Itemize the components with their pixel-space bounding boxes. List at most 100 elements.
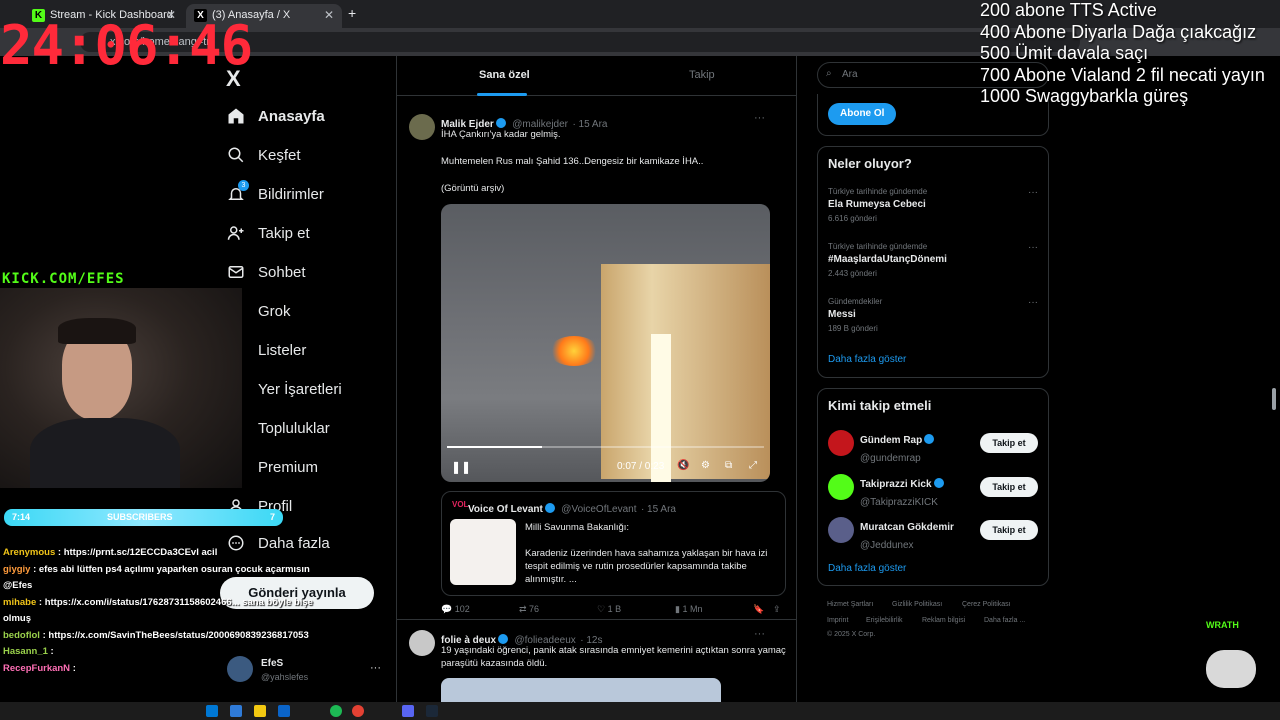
sidebar-item-notifications[interactable]: 3 Bildirimler [226,179,324,209]
fullscreen-icon[interactable]: ⤢ [749,460,757,471]
follow-suggestion[interactable]: Gündem Rap @gundemrap [860,430,936,466]
video-player[interactable]: ❚❚ 0:07 / 0:23 🔇 ⚙ ⧉ ⤢ [441,204,770,482]
webcam-feed [0,288,242,488]
repost-button[interactable]: ⇄ 76 [519,604,539,615]
copyright: © 2025 X Corp. [827,631,876,638]
chat-overlay: Arenymous : https://prnt.sc/12ECCDa3CEvl… [3,545,393,677]
mute-icon[interactable]: 🔇 [677,460,689,471]
more-icon[interactable]: ··· [754,628,765,640]
more-icon[interactable]: ··· [1028,187,1038,198]
steam-icon[interactable] [426,705,438,717]
more-icon[interactable]: ··· [754,112,765,124]
bookmark-icon[interactable]: 🔖 [753,604,764,615]
quote-title: Milli Savunma Bakanlığı: [525,522,630,533]
show-more-link[interactable]: Daha fazla göster [828,354,906,365]
reply-button[interactable]: 💬 102 [441,604,470,615]
avatar[interactable] [828,474,854,500]
building-light [651,334,671,482]
chat-text: : https://x.com/i/status/176287311586024… [3,596,313,625]
sidebar-item-home[interactable]: Anasayfa [226,101,325,131]
follow-button[interactable]: Takip et [980,520,1038,540]
tweet-text: Muhtemelen Rus malı Şahid 136..Dengesiz … [441,156,704,167]
tab-for-you[interactable]: Sana özel [479,69,530,81]
discord-icon[interactable] [402,705,414,717]
tab-following[interactable]: Takip [689,69,715,81]
tweet-media-image[interactable] [441,678,721,702]
more-icon[interactable]: ··· [1028,297,1038,308]
timeline-tabs: Sana özel Takip [397,56,796,96]
quoted-tweet[interactable]: VOL Voice Of Levant @VoiceOfLevant · 15 … [441,491,786,596]
footer-link[interactable]: Hizmet Şartları [827,601,873,608]
suggestion-name: Muratcan Gökdemir [860,522,954,533]
footer-link[interactable]: Reklam bilgisi [922,617,965,624]
view-count: 1 Mn [682,604,703,614]
chat-user: mihabe [3,596,37,608]
folder-icon[interactable] [254,705,266,717]
avatar[interactable] [409,114,435,140]
chat-user: Arenymous [3,547,56,558]
tweet-time[interactable]: · 15 Ara [572,119,607,130]
subscribe-button[interactable]: Abone Ol [828,103,897,125]
show-more-link[interactable]: Daha fazla göster [828,563,906,574]
footer-link[interactable]: Imprint [827,617,848,624]
sub-bar-left: 7:14 [12,512,31,522]
sidebar-item-label: Yer İşaretleri [258,380,342,398]
torso-image [30,418,180,488]
sidebar-item-explore[interactable]: Keşfet [226,140,301,170]
edge-icon[interactable] [230,705,242,717]
windows-taskbar [0,702,1280,720]
views-button[interactable]: ▮ 1 Mn [675,604,702,615]
start-icon[interactable] [206,705,218,717]
subscriber-bar: 7:14 SUBSCRIBERS 7 [4,509,283,526]
scrollbar-thumb[interactable] [1272,388,1276,410]
sidebar-item-label: Sohbet [258,263,306,281]
pip-icon[interactable]: ⧉ [725,460,732,471]
verified-icon [495,118,506,128]
share-icon[interactable]: ⇪ [773,604,781,615]
sub-bar-label: SUBSCRIBERS [107,512,173,522]
trend-name[interactable]: Messi [828,309,856,320]
quote-author-name[interactable]: Voice Of Levant [468,504,543,515]
pause-icon[interactable]: ❚❚ [451,460,471,474]
sidebar-item-messages[interactable]: Sohbet [226,257,306,287]
chat-text: : https://x.com/SavinTheBees/status/2000… [42,629,309,641]
video-progress-track[interactable] [447,446,764,448]
trend-name[interactable]: Ela Rumeysa Cebeci [828,199,926,210]
follow-suggestion[interactable]: Takiprazzi Kick @TakiprazziKICK [860,474,946,510]
quote-author-handle[interactable]: @VoiceOfLevant [561,504,636,515]
avatar[interactable] [409,630,435,656]
follow-button[interactable]: Takip et [980,433,1038,453]
avatar[interactable] [828,517,854,543]
chrome-icon[interactable] [352,705,364,717]
settings-icon[interactable]: ⚙ [701,460,710,471]
sidebar-item-label: Premium [258,458,319,476]
tweet[interactable]: Malik Ejder @malikejder · 15 Ara ··· İHA… [397,104,796,620]
outlook-icon[interactable] [278,705,290,717]
trends-panel: Neler oluyor? Türkiye tarihinde gündemde… [817,146,1049,378]
new-tab-icon[interactable]: + [348,5,356,21]
footer-link[interactable]: Daha fazla ... [984,617,1025,624]
chat-text: : efes abi lütfen ps4 açılımı yaparken o… [3,563,310,592]
footer-link[interactable]: Gizlilik Politikası [892,601,942,608]
suggestion-name: Takiprazzi Kick [860,479,932,490]
footer-link[interactable]: Erişilebilirlik [866,617,903,624]
sub-bar-right: 7 [269,512,275,522]
follow-button[interactable]: Takip et [980,477,1038,497]
trend-name[interactable]: #MaaşlardaUtançDönemi [828,254,947,265]
chat-user: giygiy [3,563,31,575]
quote-time[interactable]: · 15 Ara [641,504,676,515]
sidebar-item-follow[interactable]: Takip et [226,218,310,248]
sidebar-item-label: Keşfet [258,146,301,164]
sidebar-item-bookmarks[interactable]: Yer İşaretleri [226,374,342,404]
more-icon[interactable]: ··· [1028,242,1038,253]
footer-link[interactable]: Çerez Politikası [962,601,1011,608]
close-icon[interactable]: ✕ [324,8,334,22]
like-button[interactable]: ♡ 1 B [597,604,621,615]
follow-suggestion[interactable]: Muratcan Gökdemir @Jeddunex [860,517,954,553]
spotify-icon[interactable] [330,705,342,717]
tweet-actions: 💬 102 ⇄ 76 ♡ 1 B ▮ 1 Mn 🔖 ⇪ [441,604,786,618]
tweet[interactable]: folie à deux @folieadeeux · 12s ··· 19 y… [397,620,796,702]
avatar[interactable] [828,430,854,456]
video-progress-fill [447,446,543,448]
search-placeholder: Ara [842,69,858,80]
